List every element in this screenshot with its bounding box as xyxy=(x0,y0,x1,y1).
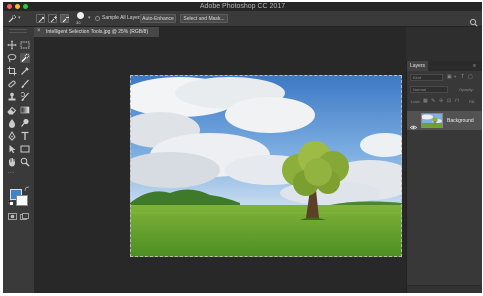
edit-toolbar-button[interactable]: ... xyxy=(8,169,15,175)
blend-mode-row: Normal Opacity: xyxy=(407,85,482,94)
lasso-tool-icon[interactable] xyxy=(7,53,17,63)
title-bar: Adobe Photoshop CC 2017 xyxy=(3,2,482,11)
sample-all-layers-checkbox[interactable] xyxy=(95,16,100,21)
select-and-mask-button[interactable]: Select and Mask... xyxy=(180,14,228,23)
clone-stamp-tool-icon[interactable] xyxy=(7,92,17,102)
layer-row[interactable]: Background xyxy=(407,111,482,130)
kind-filter-label: Kind xyxy=(413,75,422,80)
eraser-tool-icon[interactable] xyxy=(7,105,17,115)
eyedropper-tool-icon[interactable] xyxy=(20,66,30,76)
quick-selection-tool-preset-icon[interactable] xyxy=(7,14,17,24)
lock-label: Lock: xyxy=(411,99,421,104)
tab-layers[interactable]: Layers xyxy=(407,61,428,71)
document-tab-title: Intelligent Selection Tools.jpg @ 25% (R… xyxy=(46,29,148,35)
crop-tool-icon[interactable] xyxy=(7,66,17,76)
filter-pixel-layers-icon[interactable]: ▣ xyxy=(447,74,452,80)
layers-panel: Layers ≡ Kind ▣ ◐ T ▢ Normal Opacity: Lo… xyxy=(406,61,482,293)
layer-name: Background xyxy=(447,118,474,124)
pen-tool-icon[interactable] xyxy=(7,131,17,141)
brush-tool-icon[interactable] xyxy=(20,79,30,89)
hand-tool-icon[interactable] xyxy=(7,157,17,167)
blur-tool-icon[interactable] xyxy=(7,118,17,128)
brush-size-value: 30 xyxy=(76,20,81,25)
add-to-selection-icon[interactable] xyxy=(48,14,57,23)
sample-all-layers-label: Sample All Layers xyxy=(102,15,143,21)
panel-menu-icon[interactable]: ≡ xyxy=(473,63,476,69)
rectangle-tool-icon[interactable] xyxy=(20,144,30,154)
history-brush-tool-icon[interactable] xyxy=(20,92,30,102)
spot-healing-brush-tool-icon[interactable] xyxy=(7,79,17,89)
lock-row: Lock: ▦ ✎ ✢ ⊡ ⊓ Fill: xyxy=(407,97,482,107)
type-tool-icon[interactable] xyxy=(20,131,30,141)
window-title: Adobe Photoshop CC 2017 xyxy=(199,3,286,10)
tab-document[interactable]: × Intelligent Selection Tools.jpg @ 25% … xyxy=(34,27,159,37)
brush-picker-chevron-down-icon[interactable]: ▾ xyxy=(88,15,91,21)
prevent-auto-nesting-icon[interactable]: ⊡ xyxy=(447,98,451,104)
move-tool-icon[interactable] xyxy=(7,40,17,50)
filter-type-layers-icon[interactable]: T xyxy=(461,74,464,80)
gradient-tool-icon[interactable] xyxy=(20,105,30,115)
close-tab-icon[interactable]: × xyxy=(37,28,41,34)
quick-selection-tool-icon[interactable] xyxy=(20,53,30,63)
lock-position-icon[interactable]: ✢ xyxy=(439,98,443,104)
subtract-from-selection-icon[interactable] xyxy=(60,14,69,23)
lock-image-pixels-icon[interactable]: ✎ xyxy=(431,98,435,104)
default-colors-icon[interactable] xyxy=(8,200,18,210)
new-selection-icon[interactable] xyxy=(36,14,45,23)
filter-shape-layers-icon[interactable]: ▢ xyxy=(468,74,473,80)
document-tab-bar: × Intelligent Selection Tools.jpg @ 25% … xyxy=(34,27,406,37)
brush-size-preview-icon[interactable] xyxy=(77,12,84,19)
selection-marquee xyxy=(130,75,402,257)
options-bar: ▾ 30 ▾ Sample All Layers Auto-Enhance Se… xyxy=(3,11,482,27)
blend-mode-label: Normal xyxy=(413,87,426,92)
right-panel-dock: Layers ≡ Kind ▣ ◐ T ▢ Normal Opacity: Lo… xyxy=(406,27,482,293)
lock-all-icon[interactable]: ⊓ xyxy=(455,98,459,104)
layer-thumbnail xyxy=(421,113,443,128)
dodge-tool-icon[interactable] xyxy=(20,118,30,128)
swap-colors-icon[interactable] xyxy=(24,186,34,196)
layers-panel-header: Layers ≡ xyxy=(407,61,482,71)
fill-label: Fill: xyxy=(469,99,476,104)
screen-mode-icon[interactable] xyxy=(20,213,30,223)
rectangular-marquee-tool-icon[interactable] xyxy=(20,40,30,50)
layer-filter-row: Kind ▣ ◐ T ▢ xyxy=(407,73,482,82)
layer-visibility-eye-icon[interactable] xyxy=(409,117,418,135)
auto-enhance-button[interactable]: Auto-Enhance xyxy=(140,14,176,23)
quick-mask-mode-icon[interactable] xyxy=(8,213,18,223)
opacity-label: Opacity: xyxy=(459,87,474,92)
filter-adjustment-layers-icon[interactable]: ◐ xyxy=(454,74,457,80)
zoom-tool-icon[interactable] xyxy=(20,157,30,167)
document-canvas-area[interactable] xyxy=(34,37,406,293)
lock-transparent-pixels-icon[interactable]: ▦ xyxy=(423,98,428,104)
layers-panel-footer xyxy=(407,285,482,293)
tools-panel: ... xyxy=(3,27,34,293)
path-selection-tool-icon[interactable] xyxy=(7,144,17,154)
photoshop-window: Adobe Photoshop CC 2017 ▾ 30 ▾ Sample Al… xyxy=(3,2,482,293)
toolbar-grip[interactable] xyxy=(9,29,27,33)
preset-chevron-down-icon[interactable]: ▾ xyxy=(18,15,21,21)
